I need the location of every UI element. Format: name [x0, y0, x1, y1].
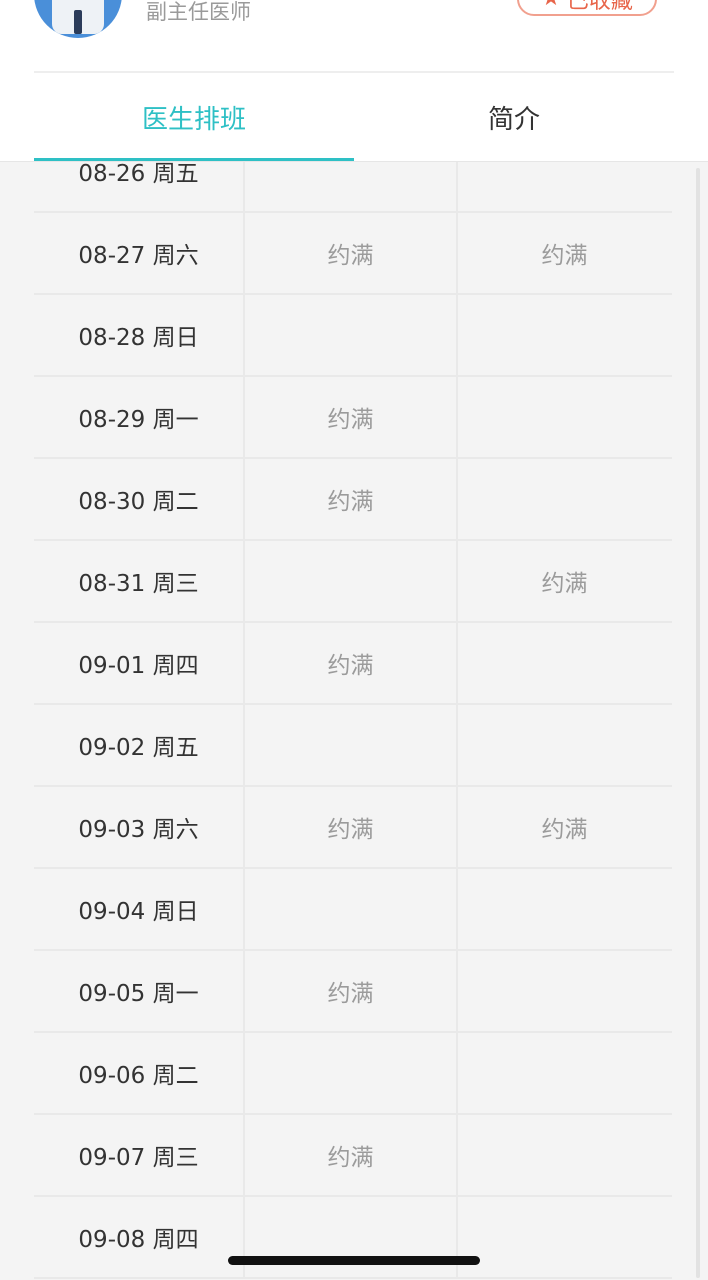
schedule-date: 09-06 周二: [34, 1033, 245, 1113]
schedule-date: 08-29 周一: [34, 377, 245, 457]
morning-slot[interactable]: 约满: [245, 459, 458, 539]
tab-introduction[interactable]: 简介: [354, 73, 674, 162]
afternoon-slot[interactable]: 约满: [458, 787, 671, 867]
home-indicator: [228, 1256, 480, 1265]
schedule-date: 08-28 周日: [34, 295, 245, 375]
afternoon-slot[interactable]: 约满: [458, 541, 671, 621]
morning-slot[interactable]: [245, 705, 458, 785]
schedule-date: 09-03 周六: [34, 787, 245, 867]
afternoon-slot[interactable]: [458, 459, 671, 539]
table-row: 09-06 周二: [34, 1033, 672, 1115]
afternoon-slot[interactable]: [458, 869, 671, 949]
divider: [0, 161, 708, 162]
morning-slot[interactable]: [245, 869, 458, 949]
table-row: 09-08 周四: [34, 1197, 672, 1279]
scrollbar[interactable]: [696, 168, 700, 1278]
schedule-table: 08-26 周五 08-27 周六 约满 约满 08-28 周日 08-29 周…: [34, 131, 672, 1279]
avatar: [34, 0, 122, 38]
morning-slot[interactable]: 约满: [245, 623, 458, 703]
afternoon-slot[interactable]: 约满: [458, 213, 671, 293]
schedule-date: 09-01 周四: [34, 623, 245, 703]
table-row: 08-29 周一 约满: [34, 377, 672, 459]
afternoon-slot[interactable]: [458, 951, 671, 1031]
morning-slot[interactable]: [245, 295, 458, 375]
morning-slot[interactable]: [245, 1033, 458, 1113]
schedule-date: 09-07 周三: [34, 1115, 245, 1195]
morning-slot[interactable]: 约满: [245, 787, 458, 867]
morning-slot[interactable]: [245, 1197, 458, 1277]
table-row: 08-27 周六 约满 约满: [34, 213, 672, 295]
morning-slot[interactable]: 约满: [245, 951, 458, 1031]
table-row: 08-30 周二 约满: [34, 459, 672, 541]
table-row: 09-01 周四 约满: [34, 623, 672, 705]
afternoon-slot[interactable]: [458, 623, 671, 703]
morning-slot[interactable]: 约满: [245, 213, 458, 293]
tie-shape: [74, 10, 82, 34]
table-row: 09-04 周日: [34, 869, 672, 951]
afternoon-slot[interactable]: [458, 1197, 671, 1277]
table-row: 09-03 周六 约满 约满: [34, 787, 672, 869]
afternoon-slot[interactable]: [458, 705, 671, 785]
morning-slot[interactable]: 约满: [245, 377, 458, 457]
schedule-date: 09-05 周一: [34, 951, 245, 1031]
schedule-date: 08-27 周六: [34, 213, 245, 293]
afternoon-slot[interactable]: [458, 377, 671, 457]
favorite-button[interactable]: ★ 已收藏: [517, 0, 657, 16]
schedule-date: 08-30 周二: [34, 459, 245, 539]
tab-doctor-schedule[interactable]: 医生排班: [34, 73, 354, 162]
afternoon-slot[interactable]: [458, 295, 671, 375]
schedule-date: 09-02 周五: [34, 705, 245, 785]
table-row: 08-28 周日: [34, 295, 672, 377]
doctor-schedule-page: 08-26 周五 08-27 周六 约满 约满 08-28 周日 08-29 周…: [0, 0, 708, 1280]
schedule-date: 08-31 周三: [34, 541, 245, 621]
table-row: 09-07 周三 约满: [34, 1115, 672, 1197]
morning-slot[interactable]: [245, 541, 458, 621]
table-row: 09-05 周一 约满: [34, 951, 672, 1033]
afternoon-slot[interactable]: [458, 1115, 671, 1195]
morning-slot[interactable]: 约满: [245, 1115, 458, 1195]
table-row: 08-31 周三 约满: [34, 541, 672, 623]
table-row: 09-02 周五: [34, 705, 672, 787]
schedule-date: 09-08 周四: [34, 1197, 245, 1277]
favorite-label: 已收藏: [566, 0, 633, 14]
doctor-header: 副主任医师 ★ 已收藏 医生排班 简介: [0, 0, 708, 162]
schedule-date: 09-04 周日: [34, 869, 245, 949]
afternoon-slot[interactable]: [458, 1033, 671, 1113]
star-icon: ★: [541, 0, 561, 10]
tab-bar: 医生排班 简介: [34, 73, 674, 162]
doctor-title: 副主任医师: [146, 0, 251, 24]
